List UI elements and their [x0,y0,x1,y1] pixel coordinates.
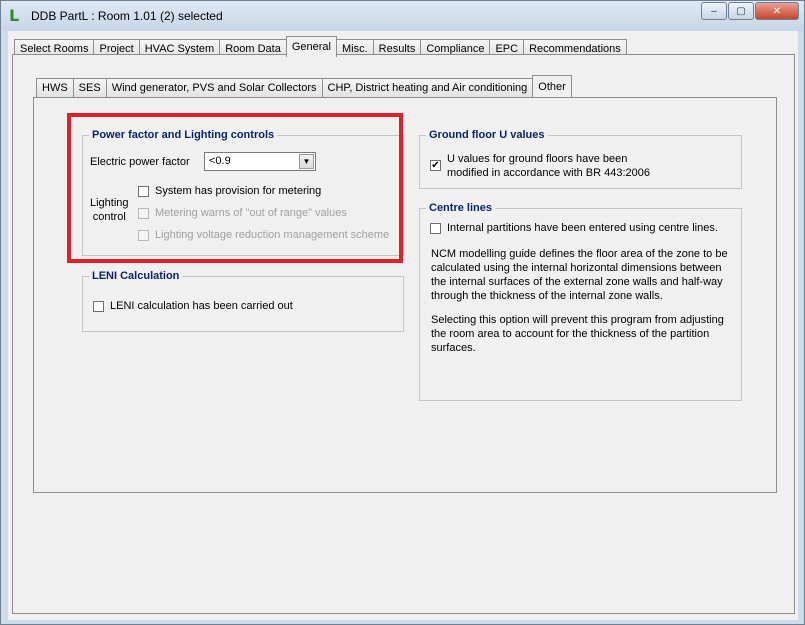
subtab-chp-district-aircon[interactable]: CHP, District heating and Air conditioni… [321,78,534,97]
client-area: Select Rooms Project HVAC System Room Da… [8,31,798,620]
electric-power-factor-value: <0.9 [209,155,231,167]
maximize-icon: ▢ [736,5,746,17]
ground-floor-label-line2: modified in accordance with BR 443:2006 [447,167,651,179]
power-factor-group: Power factor and Lighting controls Elect… [82,128,404,256]
minimize-icon: – [711,5,717,17]
tab-label: Misc. [342,42,368,55]
subtab-label: Other [538,80,566,93]
ground-floor-checkbox[interactable]: ✔ [430,160,441,171]
tab-label: Compliance [426,42,485,55]
tab-label: Recommendations [529,42,621,55]
other-subtab-panel: Power factor and Lighting controls Elect… [33,97,777,493]
metering-warns-checkbox-row: Metering warns of "out of range" values [138,207,347,219]
checkmark-icon: ✔ [431,159,440,171]
lighting-control-label-line1: Lighting [90,197,129,209]
tab-label: Results [378,42,416,55]
ground-floor-checkbox-row[interactable]: ✔ U values for ground floors have been m… [430,152,650,180]
tab-label: Select Rooms [20,42,89,55]
chevron-down-icon[interactable]: ▼ [299,154,314,169]
tab-label: Project [99,42,134,55]
maximize-button[interactable]: ▢ [728,2,754,20]
subtab-label: Wind generator, PVS and Solar Collectors [111,82,317,94]
centre-lines-group-title: Centre lines [426,201,495,215]
subtab-hws[interactable]: HWS [36,78,74,97]
leni-checkbox[interactable] [93,300,104,312]
close-button[interactable]: ✕ [755,2,799,20]
centre-lines-group: Centre lines Internal partitions have be… [419,201,742,401]
ground-floor-group: Ground floor U values ✔ U values for gro… [419,128,742,189]
electric-power-factor-select[interactable]: <0.9 ▼ [204,152,316,171]
app-window: L DDB PartL : Room 1.01 (2) selected – ▢… [0,0,805,625]
tab-label: HVAC System [144,42,215,55]
subtab-other[interactable]: Other [532,75,572,97]
voltage-reduction-label: Lighting voltage reduction management sc… [155,229,390,241]
tab-general[interactable]: General [285,36,337,57]
electric-power-factor-label: Electric power factor [90,156,190,168]
voltage-reduction-checkbox [138,229,149,241]
window-title: DDB PartL : Room 1.01 (2) selected [31,9,223,23]
ground-floor-group-title: Ground floor U values [426,128,548,142]
ground-floor-label-line1: U values for ground floors have been [447,153,628,165]
leni-label: LENI calculation has been carried out [110,300,293,312]
subtab-label: HWS [42,82,68,94]
metering-warns-checkbox [138,207,149,219]
subtab-label: SES [78,82,101,94]
leni-checkbox-row[interactable]: LENI calculation has been carried out [93,300,293,312]
tab-label: EPC [495,42,519,55]
metering-warns-label: Metering warns of "out of range" values [155,207,347,219]
leni-group-title: LENI Calculation [89,269,183,283]
centre-lines-paragraph-2: Selecting this option will prevent this … [431,314,724,354]
ground-floor-label: U values for ground floors have been mod… [447,152,650,180]
minimize-button[interactable]: – [701,2,727,20]
centre-lines-checkbox[interactable] [430,222,441,234]
window-controls: – ▢ ✕ [700,2,799,20]
subtab-wind-pvs-solar[interactable]: Wind generator, PVS and Solar Collectors [105,78,323,97]
tab-label: Room Data [225,42,281,55]
leni-group: LENI Calculation LENI calculation has be… [82,269,404,332]
metering-checkbox[interactable] [138,185,149,197]
power-factor-group-title: Power factor and Lighting controls [89,128,278,142]
voltage-reduction-checkbox-row: Lighting voltage reduction management sc… [138,229,389,241]
centre-lines-checkbox-row[interactable]: Internal partitions have been entered us… [430,222,718,234]
centre-lines-label: Internal partitions have been entered us… [447,222,718,234]
close-icon: ✕ [772,5,782,17]
app-logo-icon: L [9,6,20,25]
metering-label: System has provision for metering [155,185,322,197]
lighting-control-label: Lighting control [90,196,129,224]
lighting-control-label-line2: control [92,211,126,223]
tab-label: General [291,41,331,53]
subtab-ses[interactable]: SES [72,78,107,97]
sub-tab-strip: HWS SES Wind generator, PVS and Solar Co… [36,75,572,97]
centre-lines-paragraph-1: NCM modelling guide defines the floor ar… [431,248,728,302]
subtab-label: CHP, District heating and Air conditioni… [327,82,528,94]
metering-checkbox-row[interactable]: System has provision for metering [138,185,321,197]
title-bar[interactable]: L DDB PartL : Room 1.01 (2) selected – ▢… [1,1,804,31]
